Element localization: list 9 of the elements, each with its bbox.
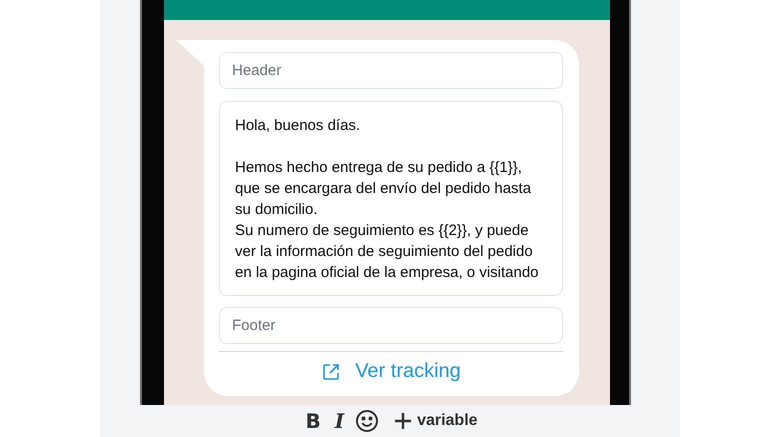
message-field[interactable]: Hola, buenos días. Hemos hecho entrega de su pedido a {{1}}, que se encargara del envío del pedido hasta su domicilio. Su numero de seguimiento es {{2}}, y puede ver la información de seguimiento del pedido en la pagina oficial de la empresa, o visitando: [219, 101, 563, 296]
emoji-icon[interactable]: [355, 409, 380, 433]
external-link-icon: [321, 362, 342, 382]
header-field[interactable]: Header: [219, 52, 563, 89]
add-variable-button[interactable]: variable: [393, 411, 478, 431]
italic-button[interactable]: I: [332, 409, 348, 433]
bold-button[interactable]: B: [302, 409, 324, 433]
plus-icon: [393, 411, 414, 431]
footer-field[interactable]: Footer: [219, 307, 563, 344]
